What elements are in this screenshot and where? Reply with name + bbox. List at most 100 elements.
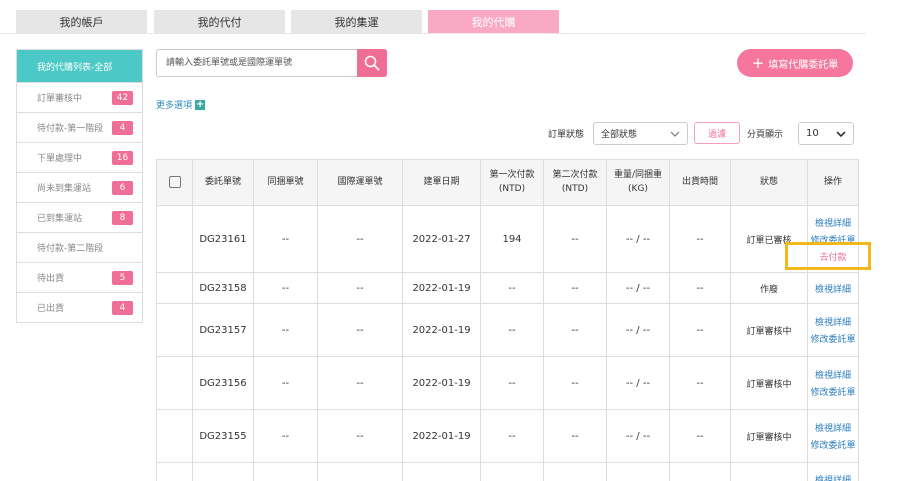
- second-payment-cell: --: [543, 205, 607, 273]
- expand-plus-icon: +: [195, 98, 206, 110]
- per-page-value: 10: [806, 128, 819, 139]
- ship-time-cell: --: [669, 272, 731, 304]
- filter-button[interactable]: 過濾: [694, 122, 740, 144]
- sidebar-item-shipped[interactable]: 已出貨 4: [17, 292, 142, 322]
- weight-cell: -- / --: [606, 303, 670, 357]
- view-details-link[interactable]: 檢視詳細: [815, 421, 851, 434]
- chevron-down-icon: [670, 131, 680, 137]
- per-page-label: 分頁顯示: [747, 130, 784, 140]
- sidebar-item-arrived[interactable]: 已到集運站 8: [17, 202, 142, 232]
- order-id-cell: [192, 462, 254, 481]
- col-status: 狀態: [730, 159, 808, 206]
- bundle-id-cell: --: [253, 303, 318, 357]
- actions-cell: 檢視詳細 修改委託單: [807, 409, 859, 463]
- weight-cell: -- / --: [606, 409, 670, 463]
- per-page-select[interactable]: 10: [798, 122, 854, 145]
- second-payment-cell: --: [543, 272, 607, 304]
- status-cell: 訂單審核中: [730, 356, 808, 410]
- actions-cell: 檢視詳細 修改委託單: [807, 356, 859, 410]
- edit-order-link[interactable]: 修改委託單: [810, 332, 855, 345]
- count-badge: 5: [112, 271, 133, 285]
- sidebar-item-not-arrived[interactable]: 尚未到集運站 6: [17, 172, 142, 202]
- ship-time-cell: --: [669, 205, 731, 273]
- view-details-link[interactable]: 檢視詳細: [815, 368, 851, 381]
- view-details-link[interactable]: 檢視詳細: [815, 315, 851, 328]
- search-box: [156, 49, 387, 77]
- top-tabs: 我的帳戶 我的代付 我的集運 我的代購: [0, 10, 866, 34]
- status-cell: 作廢: [730, 272, 808, 304]
- first-payment-cell: 194: [480, 205, 544, 273]
- count-badge: 8: [112, 211, 133, 225]
- actions-cell: 檢視詳細 修改委託單: [807, 303, 859, 357]
- sidebar-item-to-ship[interactable]: 待出貨 5: [17, 262, 142, 292]
- more-options-label: 更多選項: [156, 101, 193, 111]
- bundle-id-cell: --: [253, 272, 318, 304]
- col-order-id: 委託單號: [192, 159, 254, 206]
- add-purchase-order-button[interactable]: + 填寫代購委託單: [737, 49, 853, 77]
- table-row: DG23155 -- -- 2022-01-19 -- -- -- / -- -…: [156, 409, 859, 463]
- edit-order-link[interactable]: 修改委託單: [810, 438, 855, 451]
- status-cell: 訂單審核中: [730, 303, 808, 357]
- first-payment-cell: --: [480, 303, 544, 357]
- tab-my-purchase[interactable]: 我的代購: [428, 10, 559, 33]
- edit-order-link[interactable]: 修改委託單: [810, 385, 855, 398]
- view-details-link[interactable]: 檢視詳細: [815, 473, 851, 481]
- intl-waybill-cell: --: [317, 356, 403, 410]
- col-second-payment: 第二次付款(NTD): [543, 159, 607, 206]
- search-icon: [364, 55, 380, 71]
- create-date-cell: [402, 462, 481, 481]
- select-all-cell: [156, 159, 193, 206]
- row-select-cell: [156, 356, 193, 410]
- second-payment-cell: --: [543, 356, 607, 410]
- col-intl-waybill: 國際運單號: [317, 159, 403, 206]
- sidebar-item-reviewing[interactable]: 訂單審核中 42: [17, 82, 142, 112]
- ship-time-cell: --: [669, 356, 731, 410]
- bundle-id-cell: [253, 462, 318, 481]
- create-date-cell: 2022-01-19: [402, 303, 481, 357]
- order-id-cell: DG23161: [192, 205, 254, 273]
- table-row: DG23157 -- -- 2022-01-19 -- -- -- / -- -…: [156, 303, 859, 357]
- second-payment-cell: --: [543, 409, 607, 463]
- sidebar-item-pay-stage-1[interactable]: 待付款-第一階段 4: [17, 112, 142, 142]
- status-cell: [730, 462, 808, 481]
- order-id-cell: DG23158: [192, 272, 254, 304]
- sidebar-item-label: 待出貨: [37, 274, 65, 284]
- second-payment-cell: --: [543, 303, 607, 357]
- ship-time-cell: --: [669, 409, 731, 463]
- status-select-value: 全部狀態: [601, 130, 638, 140]
- col-create-date: 建單日期: [402, 159, 481, 206]
- order-id-cell: DG23156: [192, 356, 254, 410]
- sidebar-item-label: 待付款-第一階段: [37, 124, 104, 134]
- count-badge: 16: [112, 151, 133, 165]
- row-select-cell: [156, 272, 193, 304]
- view-details-link[interactable]: 檢視詳細: [815, 282, 851, 295]
- sidebar-item-pay-stage-2[interactable]: 待付款-第二階段: [17, 232, 142, 262]
- sidebar-item-all[interactable]: 我的代購列表-全部: [17, 50, 142, 82]
- table-header-row: 委託單號 同捆單號 國際運單號 建單日期 第一次付款(NTD) 第二次付款(NT…: [156, 159, 859, 206]
- tab-my-payment[interactable]: 我的代付: [154, 10, 285, 33]
- create-date-cell: 2022-01-27: [402, 205, 481, 273]
- view-details-link[interactable]: 檢視詳細: [815, 216, 851, 229]
- sidebar-item-label: 尚未到集運站: [37, 184, 92, 194]
- create-date-cell: 2022-01-19: [402, 356, 481, 410]
- second-payment-cell: [543, 462, 607, 481]
- sidebar-item-label: 下單處理中: [37, 154, 83, 164]
- first-payment-cell: [480, 462, 544, 481]
- sidebar-item-processing[interactable]: 下單處理中 16: [17, 142, 142, 172]
- search-input[interactable]: [157, 50, 359, 76]
- more-options-link[interactable]: 更多選項 +: [156, 98, 206, 111]
- status-select[interactable]: 全部狀態: [593, 122, 688, 145]
- tab-my-shipping[interactable]: 我的集運: [291, 10, 422, 33]
- search-button[interactable]: [357, 49, 387, 77]
- weight-cell: -- / --: [606, 205, 670, 273]
- orders-table: 委託單號 同捆單號 國際運單號 建單日期 第一次付款(NTD) 第二次付款(NT…: [156, 159, 859, 481]
- order-id-cell: DG23157: [192, 303, 254, 357]
- tab-my-account[interactable]: 我的帳戶: [16, 10, 147, 33]
- bundle-id-cell: --: [253, 409, 318, 463]
- table-row: DG23158 -- -- 2022-01-19 -- -- -- / -- -…: [156, 272, 859, 304]
- add-button-label: 填寫代購委託單: [768, 59, 839, 71]
- count-badge: 6: [112, 181, 133, 195]
- col-weight: 重量/同捆重(KG): [606, 159, 670, 206]
- select-all-checkbox[interactable]: [168, 175, 181, 188]
- actions-cell: 檢視詳細: [807, 462, 859, 481]
